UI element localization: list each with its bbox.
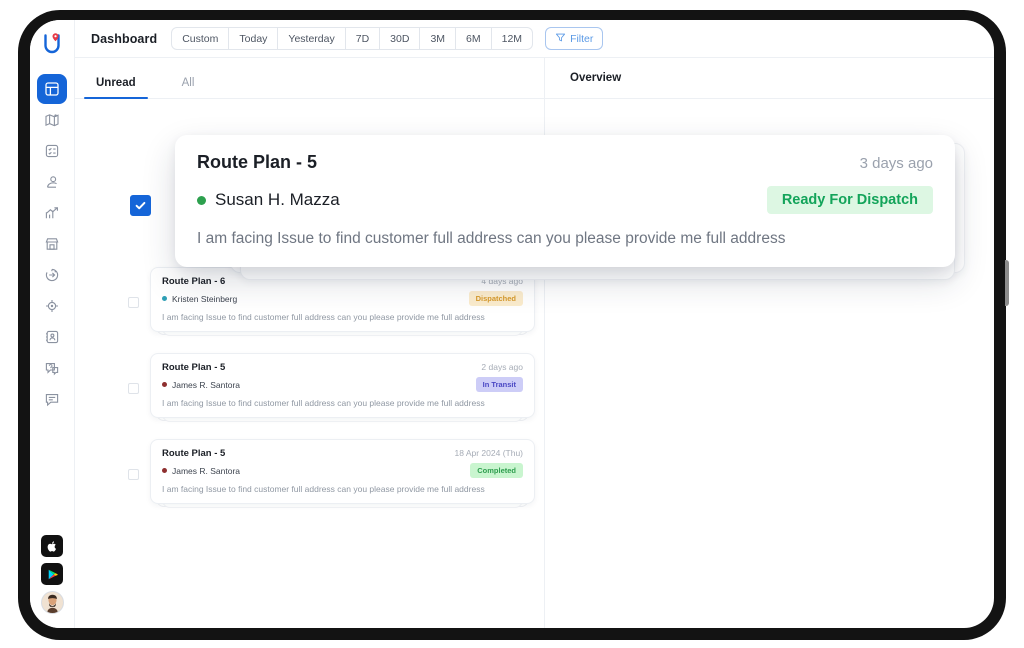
avatar[interactable] <box>40 591 64 614</box>
card-person-name: Kristen Steinberg <box>172 293 238 304</box>
card-message: I am facing Issue to find customer full … <box>162 312 485 322</box>
row-checkbox[interactable] <box>128 469 139 480</box>
sidebar-item-dashboard[interactable] <box>37 74 67 104</box>
range-30d[interactable]: 30D <box>380 28 421 49</box>
row-checkbox[interactable] <box>128 383 139 394</box>
card-title: Route Plan - 5 <box>162 362 226 373</box>
range-7d[interactable]: 7D <box>346 28 381 49</box>
sidebar-item-store[interactable] <box>37 229 67 259</box>
status-dot <box>162 296 167 301</box>
overview-header: Overview <box>545 58 994 99</box>
inbox-tabs: Unread All <box>75 58 544 99</box>
status-badge: Ready For Dispatch <box>766 186 933 214</box>
sidebar-item-dispatch[interactable] <box>37 260 67 290</box>
card-stack: Route Plan - 5 18 Apr 2024 (Thu) James R… <box>150 439 535 508</box>
card-person-name: James R. Santora <box>172 379 241 390</box>
uffizzi-logo-icon[interactable] <box>36 28 68 60</box>
card-stack: Route Plan - 5 2 days ago James R. Santo… <box>150 353 535 422</box>
sidebar-item-tracking[interactable] <box>37 291 67 321</box>
status-badge: Dispatched <box>468 291 523 306</box>
list-item[interactable]: Route Plan - 5 18 Apr 2024 (Thu) James R… <box>75 439 544 508</box>
popup-row-checkbox[interactable] <box>130 195 151 216</box>
sidebar-item-tasks[interactable] <box>37 136 67 166</box>
card-message: I am facing Issue to find customer full … <box>162 484 485 494</box>
status-dot <box>162 468 167 473</box>
route-card[interactable]: Route Plan - 5 2 days ago James R. Santo… <box>150 353 535 418</box>
card-message: I am facing Issue to find customer full … <box>162 398 485 408</box>
route-card[interactable]: Route Plan - 5 18 Apr 2024 (Thu) James R… <box>150 439 535 504</box>
sidebar-item-messages[interactable] <box>37 384 67 414</box>
sidebar-item-support[interactable] <box>37 353 67 383</box>
filter-label: Filter <box>570 32 594 45</box>
status-badge: In Transit <box>475 377 523 392</box>
list-item[interactable]: Route Plan - 5 2 days ago James R. Santo… <box>75 353 544 422</box>
highlighted-route-card[interactable]: Route Plan - 5 3 days ago Susan H. Mazza… <box>175 135 955 267</box>
status-dot <box>197 195 206 205</box>
tab-unread[interactable]: Unread <box>84 77 148 99</box>
popup-timestamp: 3 days ago <box>859 155 933 172</box>
range-custom[interactable]: Custom <box>172 28 230 49</box>
funnel-icon <box>555 32 566 46</box>
overview-title: Overview <box>570 72 622 84</box>
sidebar <box>30 20 75 628</box>
page-title: Dashboard <box>91 31 158 46</box>
sidebar-item-analytics[interactable] <box>37 198 67 228</box>
card-title: Route Plan - 5 <box>162 448 226 459</box>
card-timestamp: 18 Apr 2024 (Thu) <box>454 448 523 458</box>
range-3m[interactable]: 3M <box>420 28 457 49</box>
range-yesterday[interactable]: Yesterday <box>278 28 346 49</box>
google-play-icon[interactable] <box>41 563 63 585</box>
topbar: Dashboard Custom Today Yesterday 7D 30D … <box>75 20 994 58</box>
range-6m[interactable]: 6M <box>456 28 492 49</box>
apple-appstore-icon[interactable] <box>41 535 63 557</box>
main-area: Dashboard Custom Today Yesterday 7D 30D … <box>75 20 994 628</box>
card-timestamp: 2 days ago <box>481 362 523 372</box>
range-today[interactable]: Today <box>229 28 279 49</box>
card-title: Route Plan - 6 <box>162 276 226 287</box>
tab-all[interactable]: All <box>178 77 199 98</box>
sidebar-item-drivers[interactable] <box>37 167 67 197</box>
filter-button[interactable]: Filter <box>545 27 604 50</box>
range-12m[interactable]: 12M <box>492 28 532 49</box>
sidebar-item-contacts[interactable] <box>37 322 67 352</box>
row-checkbox[interactable] <box>128 297 139 308</box>
popup-title: Route Plan - 5 <box>197 152 318 172</box>
app-window: Dashboard Custom Today Yesterday 7D 30D … <box>30 20 994 628</box>
popup-person-name: Susan H. Mazza <box>215 190 340 209</box>
date-range-selector[interactable]: Custom Today Yesterday 7D 30D 3M 6M 12M <box>171 27 534 50</box>
status-badge: Completed <box>470 463 523 478</box>
popup-message: I am facing Issue to find customer full … <box>197 230 786 247</box>
status-dot <box>162 382 167 387</box>
sidebar-item-map[interactable] <box>37 105 67 135</box>
card-person-name: James R. Santora <box>172 465 241 476</box>
